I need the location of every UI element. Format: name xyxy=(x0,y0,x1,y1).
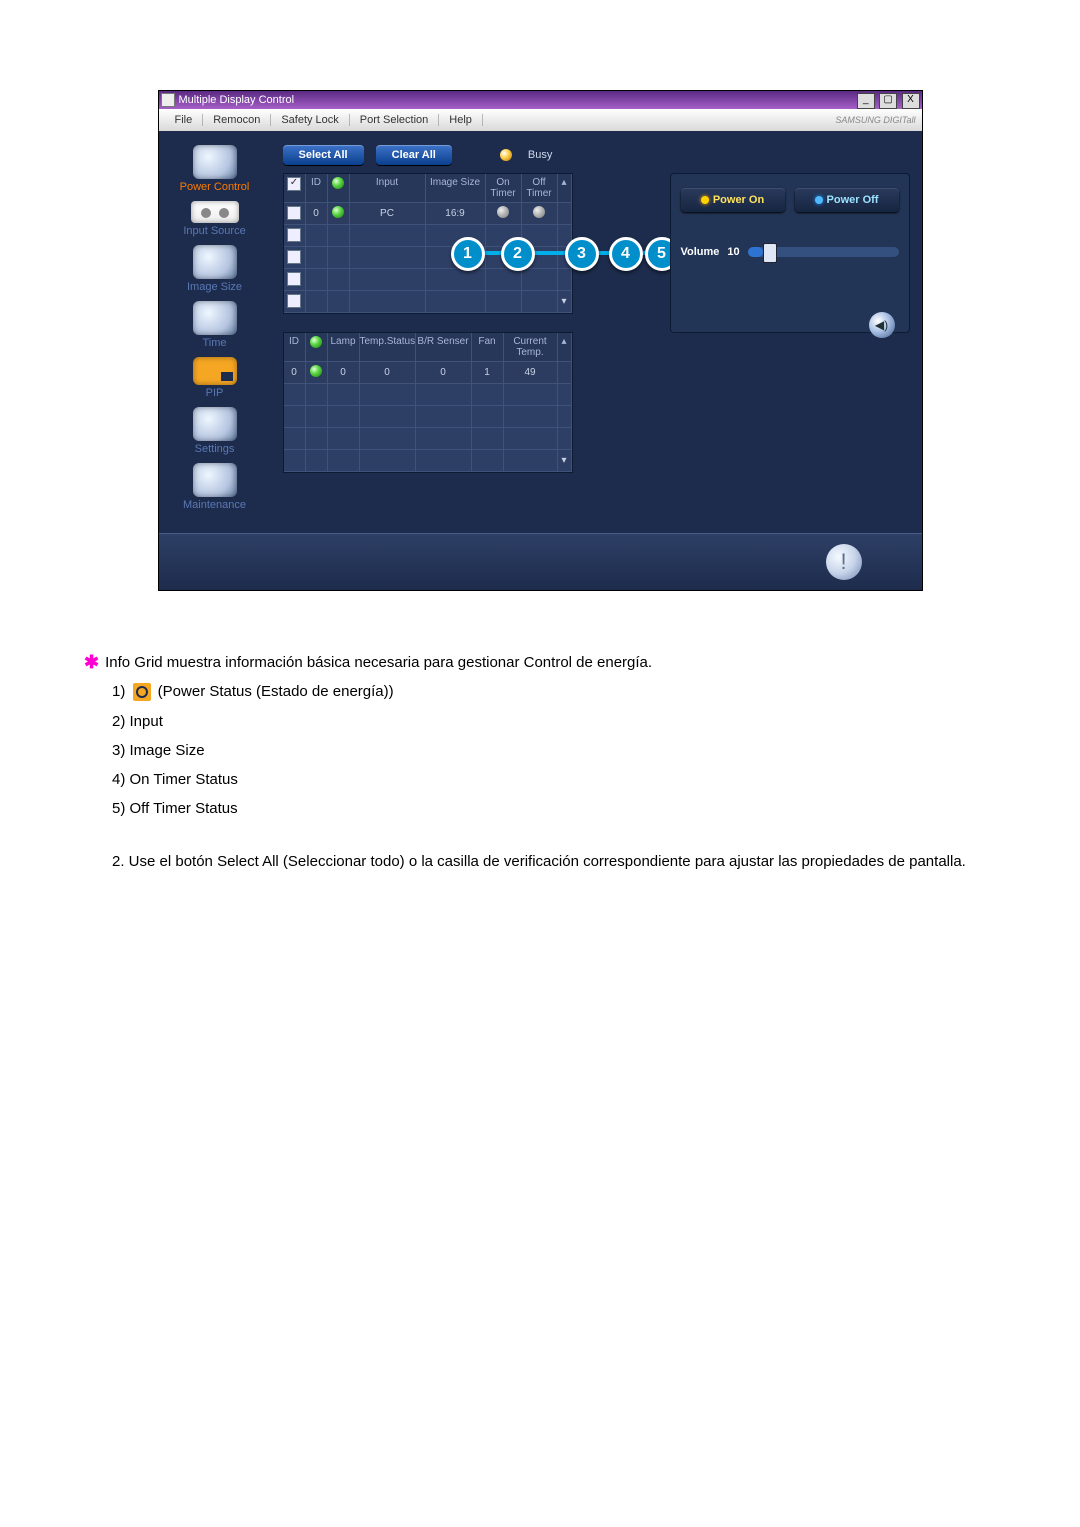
table-row[interactable]: 0 PC 16:9 xyxy=(284,203,572,225)
alert-icon: ! xyxy=(826,544,862,580)
col-id: ID xyxy=(284,333,306,362)
sidebar-item-image-size[interactable]: Image Size xyxy=(159,245,271,293)
cell-temp-status: 0 xyxy=(360,362,416,384)
sidebar-item-time[interactable]: Time xyxy=(159,301,271,349)
busy-indicator-icon xyxy=(500,149,512,161)
doc-li4: 4) On Timer Status xyxy=(112,768,996,791)
cell-lamp: 0 xyxy=(328,362,360,384)
callout-1: 1 xyxy=(451,237,485,271)
scrollbar-up[interactable]: ▴ xyxy=(558,174,572,203)
scrollbar-up[interactable]: ▴ xyxy=(558,333,572,362)
star-icon: ✱ xyxy=(84,649,99,677)
cell-id: 0 xyxy=(284,362,306,384)
col-br-sensor: B/R Senser xyxy=(416,333,472,362)
busy-label: Busy xyxy=(528,149,552,161)
sidebar-item-label: Settings xyxy=(195,443,235,455)
power-led-icon xyxy=(310,365,322,377)
col-input: Input xyxy=(350,174,426,203)
power-status-icon xyxy=(332,177,344,189)
col-temp-status: Temp.Status xyxy=(360,333,416,362)
table-row[interactable]: 0 0 0 0 1 49 xyxy=(284,362,572,384)
sidebar-item-label: Power Control xyxy=(180,181,250,193)
speaker-icon: ◀) xyxy=(869,312,895,338)
col-current-temp: Current Temp. xyxy=(504,333,558,362)
main-area: Select All Clear All Busy ID xyxy=(271,131,922,533)
select-all-button[interactable]: Select All xyxy=(283,145,364,165)
on-timer-led-icon xyxy=(497,206,509,218)
doc-text: ✱ Info Grid muestra información básica ne… xyxy=(58,651,1022,873)
status-bar: ! xyxy=(159,533,922,590)
col-image-size: Image Size xyxy=(426,174,486,203)
scrollbar-down[interactable]: ▾ xyxy=(558,450,572,472)
cell-id: 0 xyxy=(306,203,328,225)
tape-icon xyxy=(191,201,239,223)
header-checkbox[interactable] xyxy=(287,177,301,191)
sidebar-item-maintenance[interactable]: Maintenance xyxy=(159,463,271,511)
callout-4: 4 xyxy=(609,237,643,271)
sidebar-item-label: Time xyxy=(202,337,226,349)
callout-3: 3 xyxy=(565,237,599,271)
menu-file[interactable]: File xyxy=(165,114,204,126)
info-grid-bottom: ID Lamp Temp.Status B/R Senser Fan Curre… xyxy=(283,332,573,473)
col-fan: Fan xyxy=(472,333,504,362)
image-size-icon xyxy=(193,245,237,279)
scrollbar-down[interactable]: ▾ xyxy=(558,291,572,313)
menu-safety-lock[interactable]: Safety Lock xyxy=(271,114,349,126)
doc-li3: 3) Image Size xyxy=(112,739,996,762)
power-on-button[interactable]: Power On xyxy=(681,188,785,212)
clear-all-button[interactable]: Clear All xyxy=(376,145,452,165)
doc-li5: 5) Off Timer Status xyxy=(112,797,996,820)
power-led-icon xyxy=(332,206,344,218)
close-button[interactable]: X xyxy=(902,93,920,109)
col-off-timer: Off Timer xyxy=(522,174,558,203)
window-titlebar: Multiple Display Control _ ▢ X xyxy=(159,91,922,109)
row-checkbox[interactable] xyxy=(287,206,301,220)
sidebar-item-settings[interactable]: Settings xyxy=(159,407,271,455)
maximize-button[interactable]: ▢ xyxy=(879,93,897,109)
sidebar-item-power-control[interactable]: Power Control xyxy=(159,145,271,193)
app-screenshot: Multiple Display Control _ ▢ X File Remo… xyxy=(158,90,923,591)
cell-image-size: 16:9 xyxy=(426,203,486,225)
power-panel: Power On Power Off Volume 10 ◀) xyxy=(670,173,910,333)
cell-input: PC xyxy=(350,203,426,225)
col-lamp: Lamp xyxy=(328,333,360,362)
doc-li2: 2) Input xyxy=(112,710,996,733)
sidebar: Power Control Input Source Image Size Ti… xyxy=(159,131,271,533)
sidebar-item-label: Image Size xyxy=(187,281,242,293)
wrench-icon xyxy=(193,463,237,497)
callout-2: 2 xyxy=(501,237,535,271)
power-icon xyxy=(193,145,237,179)
doc-p2: 2. Use el botón Select All (Seleccionar … xyxy=(112,850,996,873)
brand-logo: SAMSUNG DIGITall xyxy=(835,115,915,125)
col-id: ID xyxy=(306,174,328,203)
col-on-timer: On Timer xyxy=(486,174,522,203)
sidebar-item-label: Input Source xyxy=(183,225,245,237)
volume-value: 10 xyxy=(727,246,739,258)
app-icon xyxy=(161,93,175,107)
cell-br-sensor: 0 xyxy=(416,362,472,384)
menu-port-selection[interactable]: Port Selection xyxy=(350,114,439,126)
sidebar-item-input-source[interactable]: Input Source xyxy=(159,201,271,237)
minimize-button[interactable]: _ xyxy=(857,93,875,109)
volume-label: Volume xyxy=(681,246,720,258)
sidebar-item-label: PIP xyxy=(206,387,224,399)
cell-current-temp: 49 xyxy=(504,362,558,384)
window-title: Multiple Display Control xyxy=(179,94,856,106)
doc-intro: Info Grid muestra información básica nec… xyxy=(105,654,652,671)
power-status-inline-icon xyxy=(133,683,151,701)
power-status-icon xyxy=(310,336,322,348)
gear-icon xyxy=(193,407,237,441)
cell-fan: 1 xyxy=(472,362,504,384)
menu-remocon[interactable]: Remocon xyxy=(203,114,271,126)
sidebar-item-label: Maintenance xyxy=(183,499,246,511)
power-off-button[interactable]: Power Off xyxy=(795,188,899,212)
col-power-status xyxy=(328,174,350,203)
menu-help[interactable]: Help xyxy=(439,114,483,126)
sidebar-item-pip[interactable]: PIP xyxy=(159,357,271,399)
off-timer-led-icon xyxy=(533,206,545,218)
clock-icon xyxy=(193,301,237,335)
menubar: File Remocon Safety Lock Port Selection … xyxy=(159,109,922,131)
volume-slider[interactable] xyxy=(748,247,899,257)
pip-icon xyxy=(193,357,237,385)
